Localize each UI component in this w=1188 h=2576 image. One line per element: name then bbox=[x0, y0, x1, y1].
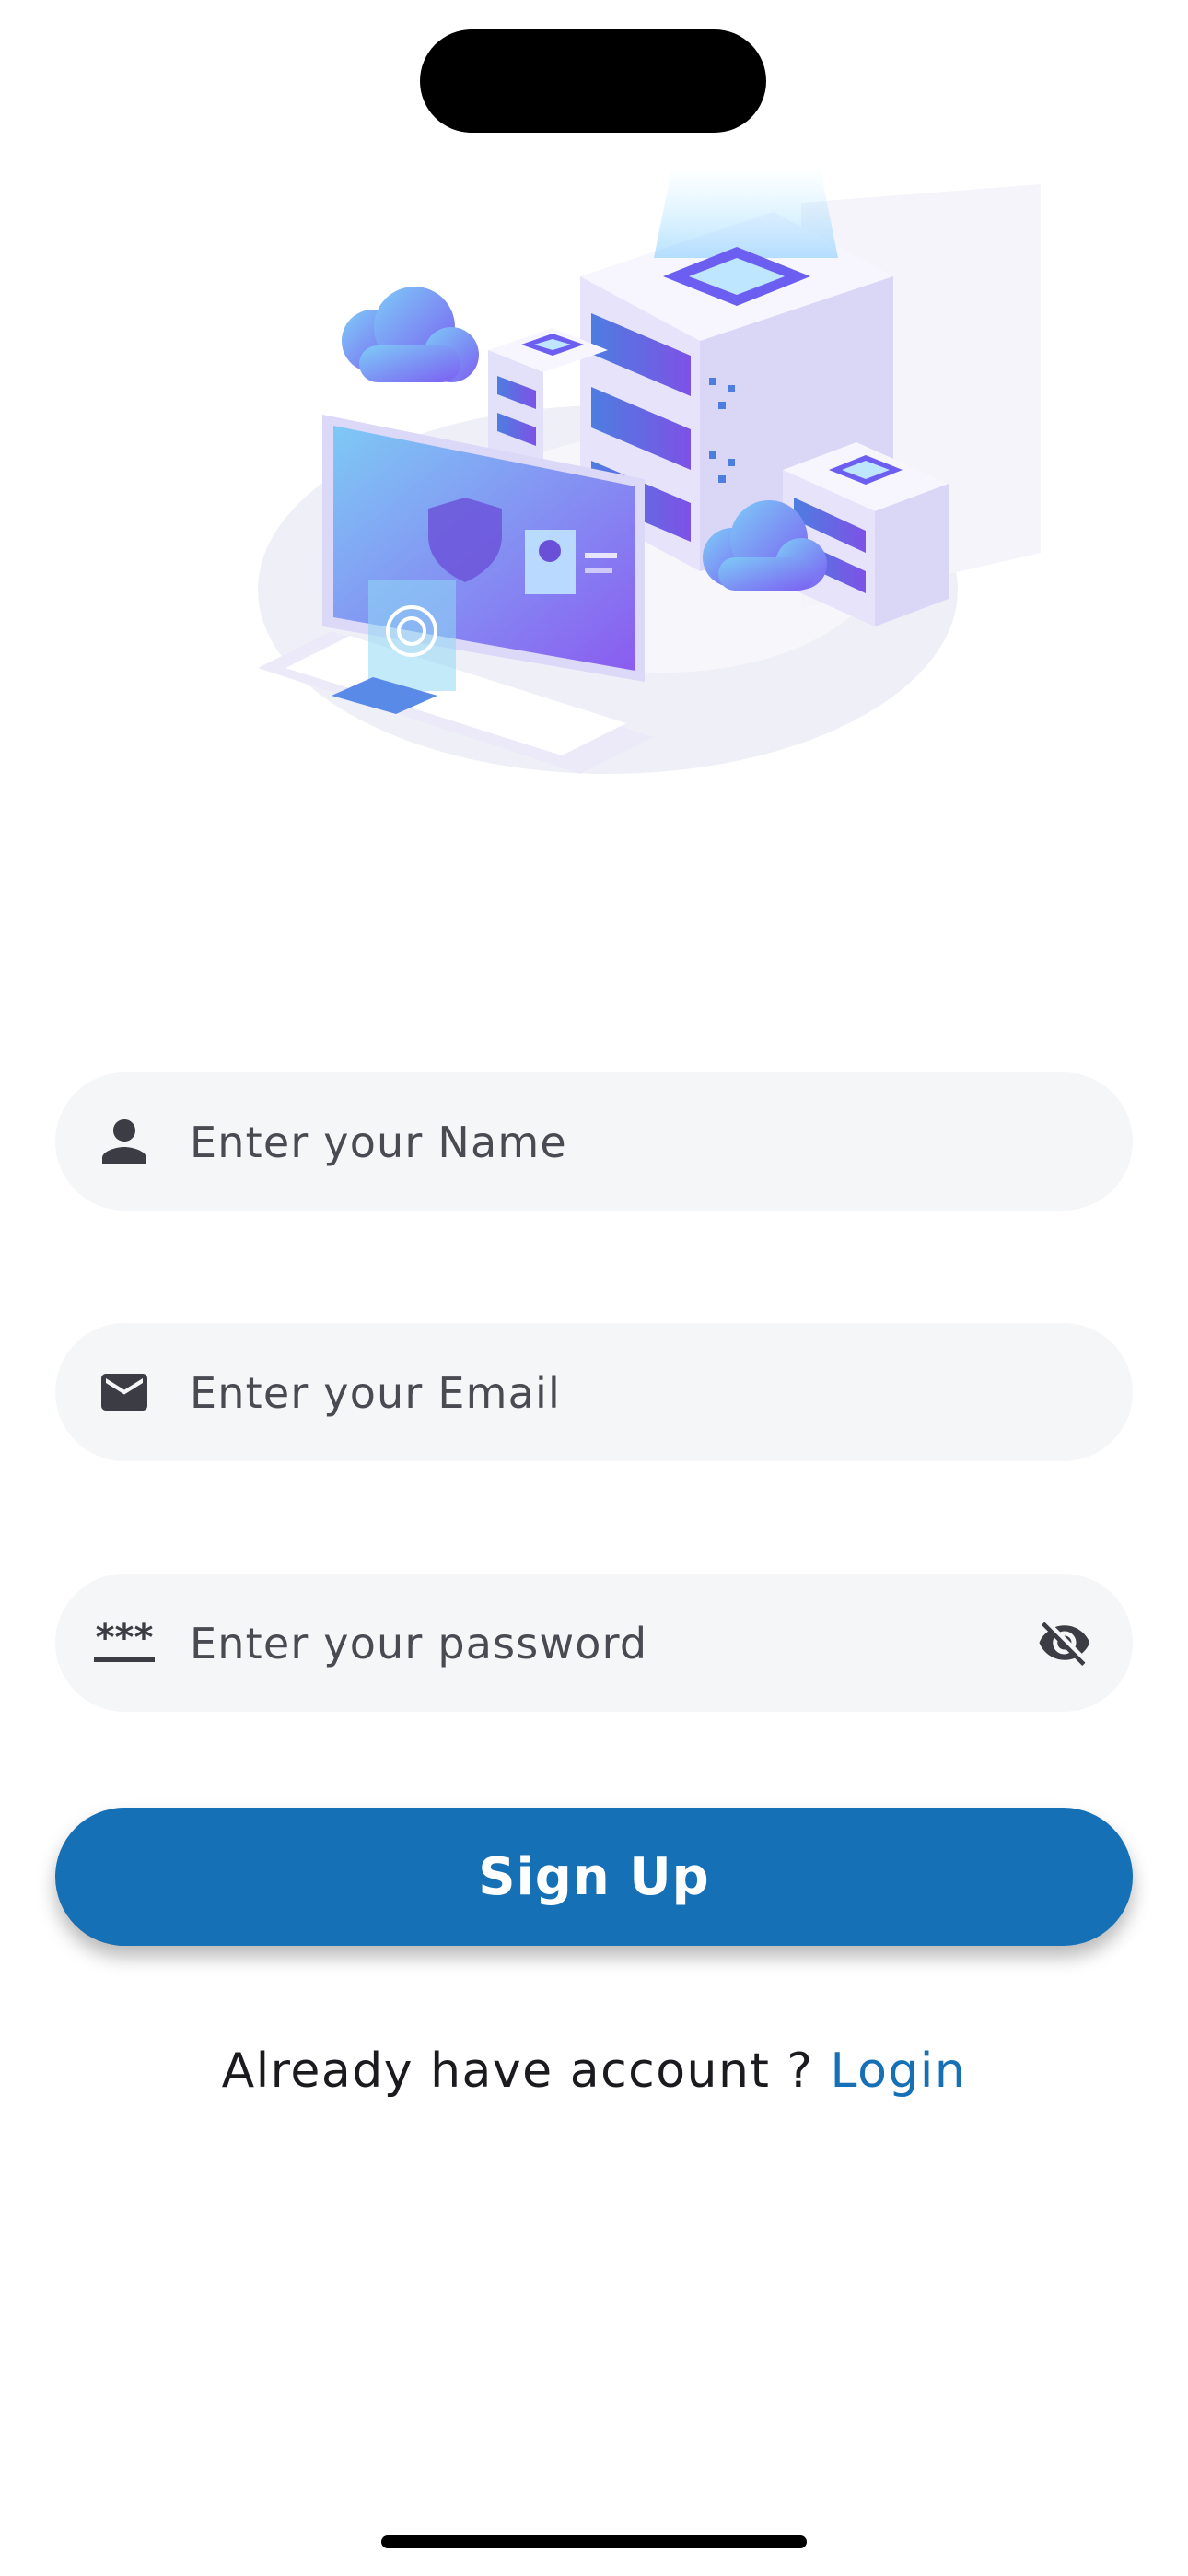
login-prompt-text: Already have account ? bbox=[221, 2043, 814, 2099]
email-field[interactable] bbox=[55, 1323, 1133, 1463]
person-icon bbox=[92, 1114, 157, 1169]
server-security-illustration bbox=[258, 166, 1041, 774]
login-link[interactable]: Login bbox=[831, 2043, 967, 2099]
password-field[interactable]: *** bbox=[55, 1574, 1133, 1714]
home-indicator bbox=[381, 2535, 807, 2548]
dynamic-island bbox=[420, 29, 766, 133]
visibility-off-icon[interactable] bbox=[1030, 1610, 1100, 1675]
name-field[interactable] bbox=[55, 1072, 1133, 1212]
sign-up-button[interactable]: Sign Up bbox=[55, 1808, 1133, 1946]
name-input[interactable] bbox=[188, 1072, 1020, 1212]
mail-icon bbox=[92, 1364, 157, 1420]
password-icon: *** bbox=[92, 1615, 157, 1670]
login-prompt: Already have account ? Login bbox=[0, 2043, 1188, 2099]
password-input[interactable] bbox=[188, 1574, 1020, 1714]
email-input[interactable] bbox=[188, 1323, 1020, 1463]
svg-text:***: *** bbox=[96, 1622, 154, 1659]
